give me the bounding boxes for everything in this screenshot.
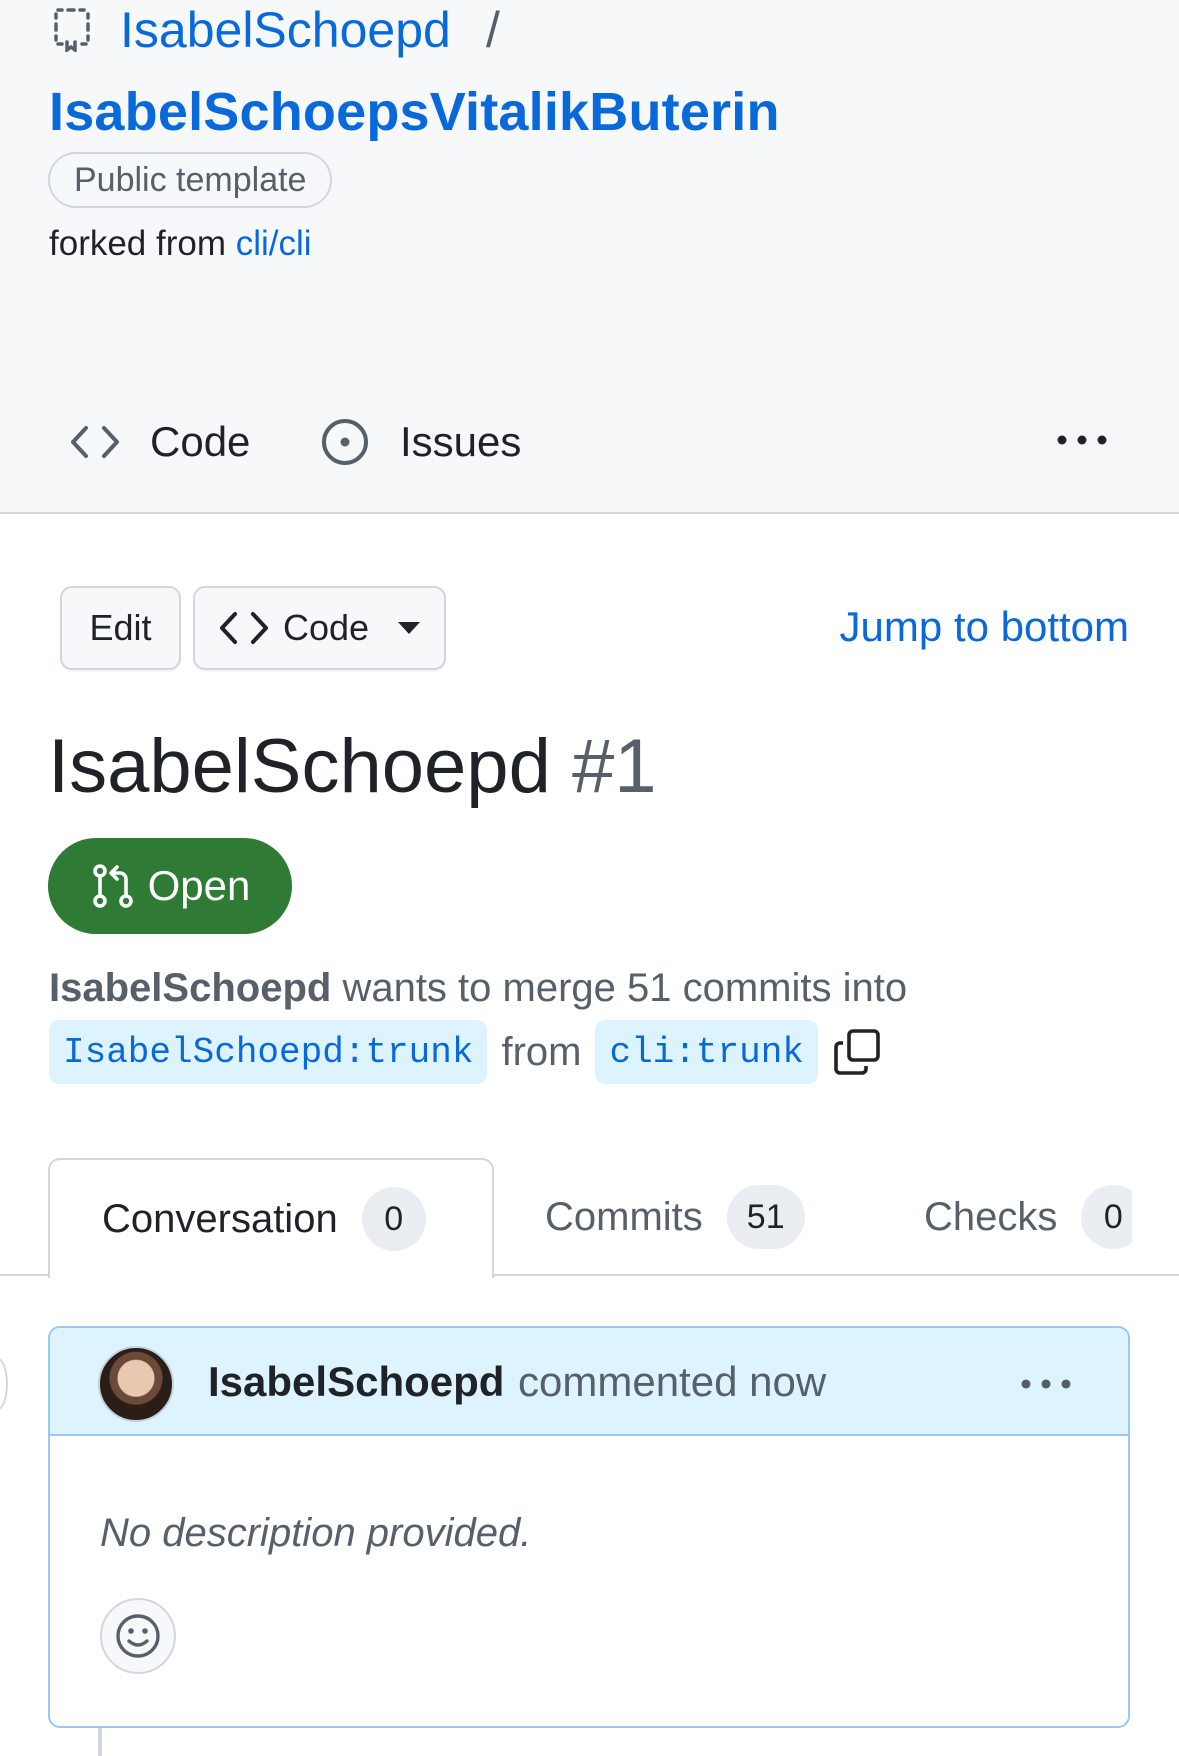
triangle-down-icon	[398, 622, 421, 634]
nav-tab-label: Code	[150, 418, 251, 465]
forked-source-link[interactable]: cli/cli	[236, 224, 312, 263]
tab-counter: 0	[1081, 1185, 1132, 1249]
branch-refs: IsabelSchoepd:trunk from cli:trunk	[49, 1020, 882, 1084]
nav-tab-label: Issues	[400, 418, 522, 465]
tab-counter: 51	[726, 1185, 805, 1249]
pr-title: IsabelSchoepd #1	[48, 722, 657, 812]
from-word: from	[501, 1029, 582, 1074]
issue-opened-icon	[322, 419, 368, 465]
pr-number: #1	[571, 724, 657, 809]
timeline-marker	[0, 1358, 8, 1410]
git-pull-request-icon	[92, 864, 133, 908]
pr-title-text: IsabelSchoepd	[48, 724, 551, 809]
pr-state-badge: Open	[48, 838, 292, 934]
forked-from-line: forked from cli/cli	[49, 222, 312, 266]
edit-button[interactable]: Edit	[60, 586, 181, 670]
comment-header: IsabelSchoepd commented now	[50, 1328, 1128, 1436]
visibility-badge: Public template	[48, 152, 333, 208]
base-branch-ref[interactable]: IsabelSchoepd:trunk	[49, 1020, 488, 1084]
comment-author-link[interactable]: IsabelSchoepd	[208, 1354, 504, 1410]
jump-to-bottom-link[interactable]: Jump to bottom	[840, 600, 1129, 654]
pr-tabs: Conversation 0 Commits 51 Checks 0	[0, 1150, 1132, 1280]
nav-tab-issues[interactable]: Issues	[320, 414, 521, 470]
comment-card: IsabelSchoepd commented now No descripti…	[48, 1326, 1130, 1728]
avatar[interactable]	[98, 1346, 174, 1422]
repo-owner-link[interactable]: IsabelSchoepd	[120, 0, 451, 60]
pr-author-link[interactable]: IsabelSchoepd	[49, 966, 331, 1010]
edit-button-label: Edit	[89, 607, 152, 648]
tab-checks[interactable]: Checks 0	[924, 1158, 1132, 1276]
code-dropdown-button[interactable]: Code	[193, 586, 446, 670]
repo-template-icon	[54, 8, 90, 52]
code-button-label: Code	[283, 607, 370, 648]
comment-timestamp[interactable]: commented now	[518, 1354, 826, 1410]
kebab-horizontal-icon[interactable]	[1052, 420, 1112, 460]
code-icon	[220, 612, 268, 644]
merge-text: wants to merge 51 commits into	[342, 966, 908, 1010]
tab-conversation[interactable]: Conversation 0	[48, 1158, 494, 1278]
add-reaction-button[interactable]	[100, 1598, 176, 1674]
merge-summary: IsabelSchoepd wants to merge 51 commits …	[49, 958, 1129, 1018]
tab-commits[interactable]: Commits 51	[545, 1158, 805, 1276]
tab-counter: 0	[361, 1187, 426, 1251]
nav-tab-code[interactable]: Code	[70, 414, 250, 470]
pr-state-label: Open	[147, 862, 251, 909]
code-icon	[71, 426, 119, 458]
tab-label: Commits	[545, 1194, 703, 1239]
head-branch-ref[interactable]: cli:trunk	[595, 1020, 818, 1084]
tab-label: Conversation	[102, 1196, 338, 1241]
forked-prefix: forked from	[49, 224, 226, 263]
smiley-icon	[116, 1614, 160, 1658]
kebab-horizontal-icon[interactable]	[1016, 1364, 1076, 1404]
tab-label: Checks	[924, 1194, 1058, 1239]
comment-body: No description provided.	[100, 1511, 532, 1555]
path-separator: /	[486, 2, 500, 58]
repo-header: IsabelSchoepd / IsabelSchoepsVitalikBute…	[0, 0, 1179, 514]
repo-name-link[interactable]: IsabelSchoepsVitalikButerin	[49, 80, 780, 144]
copy-icon[interactable]	[832, 1027, 882, 1077]
